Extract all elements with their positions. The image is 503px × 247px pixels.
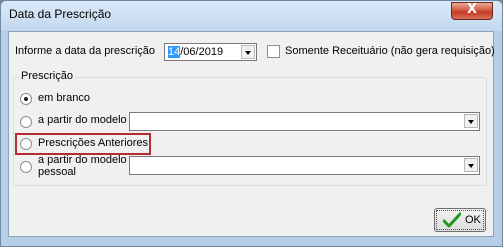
close-button[interactable]: X — [451, 2, 493, 20]
ok-button[interactable]: OK — [434, 208, 486, 232]
close-icon: X — [466, 2, 478, 17]
radio-a-partir-modelo-label: a partir do modelo — [38, 114, 127, 126]
radio-prescricoes-anteriores-label: Prescrições Anteriores — [38, 137, 149, 149]
radio-a-partir-modelo[interactable] — [20, 116, 32, 128]
modelo-pessoal-dropdown-icon[interactable] — [464, 158, 478, 172]
date-label: Informe a data da prescrição — [15, 45, 156, 57]
dialog-client: Informe a data da prescrição 14/06/2019 … — [8, 31, 495, 237]
date-value: 14/06/2019 — [168, 46, 223, 58]
radio-modelo-pessoal[interactable] — [20, 161, 32, 173]
title-bar: Data da Prescrição X — [1, 1, 502, 31]
radio-modelo-pessoal-label-2: pessoal — [38, 166, 76, 178]
window-title: Data da Prescrição — [9, 7, 112, 21]
dialog-window: Data da Prescrição X Informe a data da p… — [0, 0, 503, 247]
modelo-combobox[interactable] — [129, 112, 480, 131]
radio-em-branco[interactable] — [20, 93, 32, 105]
ok-label: OK — [465, 214, 481, 226]
checkmark-icon — [443, 212, 461, 228]
prescricao-legend: Prescrição — [19, 70, 75, 82]
receituario-label: Somente Receituário (não gera requisição… — [285, 45, 495, 57]
date-day-selected: 14 — [168, 46, 181, 58]
date-rest: /06/2019 — [180, 46, 224, 58]
date-dropdown-icon[interactable] — [241, 45, 255, 59]
modelo-pessoal-combobox[interactable] — [129, 156, 480, 175]
radio-prescricoes-anteriores[interactable] — [20, 138, 32, 150]
radio-em-branco-label: em branco — [38, 92, 90, 104]
date-combobox[interactable]: 14/06/2019 — [164, 43, 257, 61]
modelo-dropdown-icon[interactable] — [464, 114, 478, 128]
receituario-checkbox[interactable] — [267, 45, 280, 58]
radio-modelo-pessoal-label-1: a partir do modelo — [38, 154, 127, 166]
